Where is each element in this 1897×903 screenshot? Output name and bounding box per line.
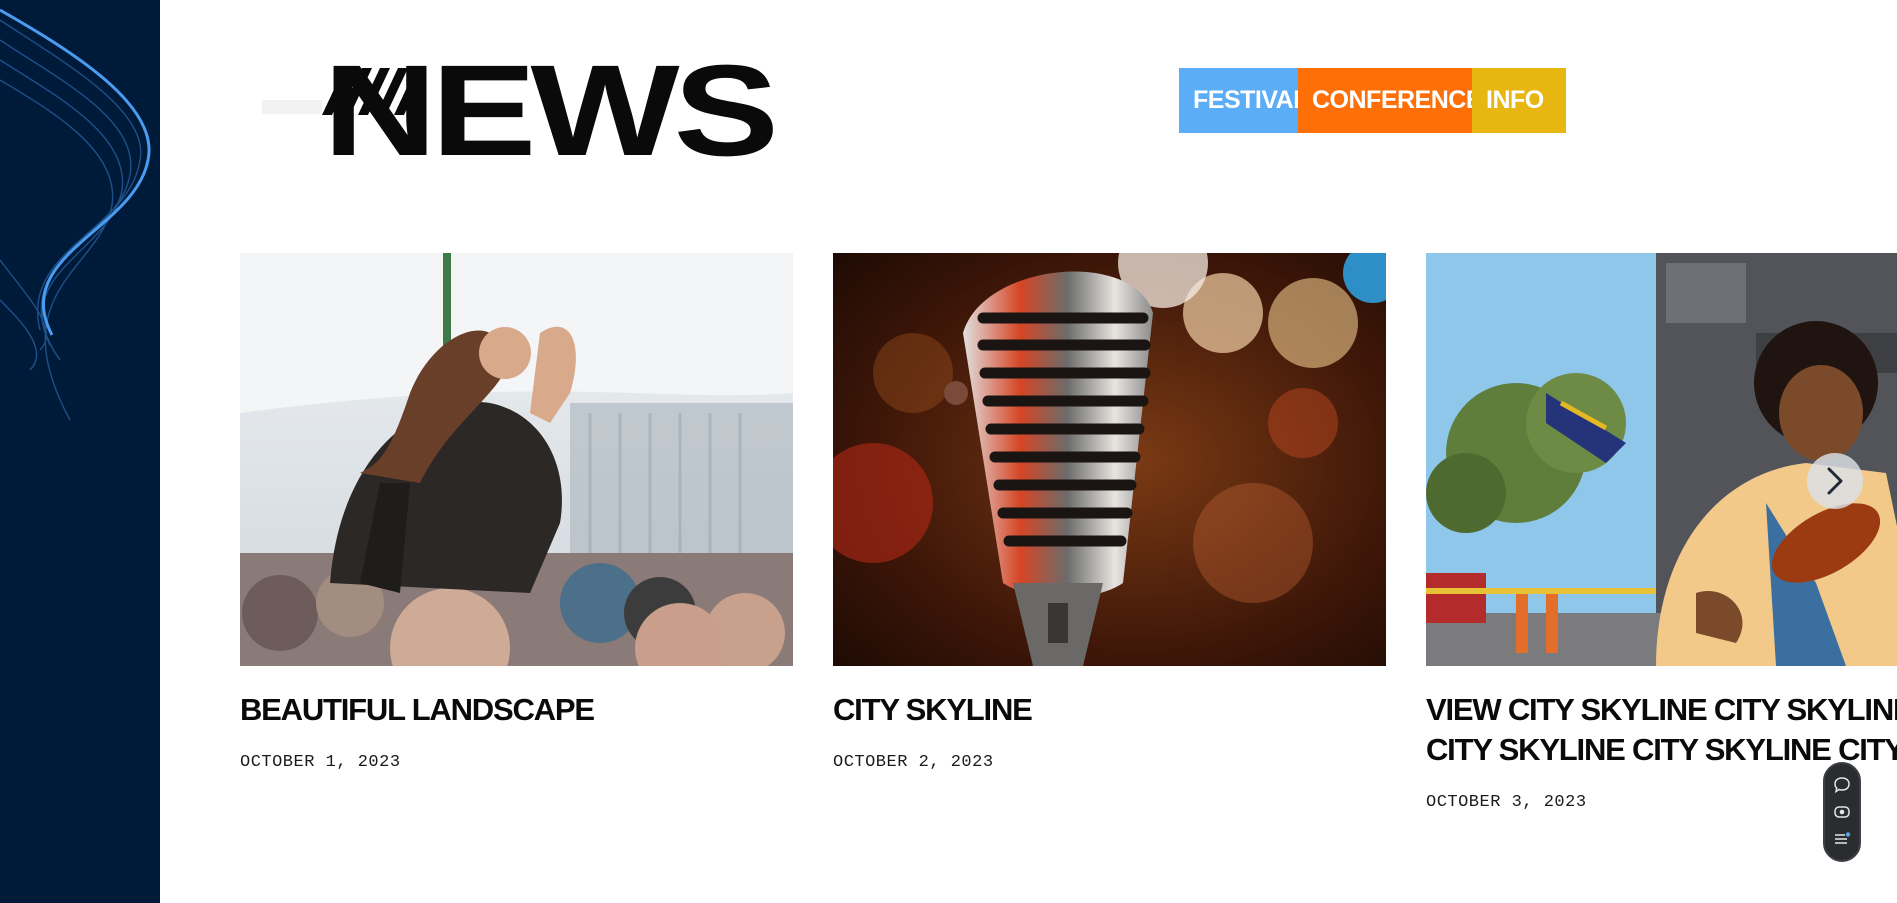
preview-button[interactable] <box>1831 801 1853 823</box>
card-date: OCTOBER 1, 2023 <box>240 753 401 772</box>
list-settings-icon <box>1835 831 1851 844</box>
page-title: NEWS <box>323 38 779 183</box>
carousel-next-button[interactable] <box>1807 453 1863 509</box>
chat-button[interactable] <box>1831 774 1853 796</box>
filter-tab-label: INFO <box>1486 86 1544 114</box>
festival-crowd-photo[interactable] <box>240 253 793 666</box>
category-filter-tabs: FESTIVAL CONFERENCE INFO <box>1179 68 1566 133</box>
card-title[interactable]: BEAUTIFUL LANDSCAPE <box>240 690 595 730</box>
filter-tab-label: CONFERENCE <box>1312 86 1472 114</box>
filter-tab-festival[interactable]: FESTIVAL <box>1179 68 1298 133</box>
news-card[interactable]: CITY SKYLINE OCTOBER 2, 2023 <box>833 253 1386 772</box>
filter-tab-conference[interactable]: CONFERENCE <box>1298 68 1472 133</box>
chat-icon <box>1834 777 1850 794</box>
card-title[interactable]: CITY SKYLINE <box>833 690 1033 730</box>
news-card[interactable]: VIEW CITY SKYLINE CITY SKYLINE CITY SKYL… <box>1426 253 1897 853</box>
floating-toolbar <box>1823 762 1861 862</box>
settings-list-button[interactable] <box>1831 828 1853 850</box>
filter-tab-info[interactable]: INFO <box>1472 68 1566 133</box>
card-title[interactable]: VIEW CITY SKYLINE CITY SKYLINE CITY SKYL… <box>1426 690 1897 770</box>
chevron-right-icon <box>1827 467 1843 495</box>
filter-tab-label: FESTIVAL <box>1193 86 1298 114</box>
card-date: OCTOBER 3, 2023 <box>1426 793 1587 812</box>
vintage-microphone-photo[interactable] <box>833 253 1386 666</box>
card-title-line: CITY SKYLINE CITY SKYLINE CITY <box>1426 732 1897 767</box>
card-title-line: VIEW CITY SKYLINE CITY SKYLINE <box>1426 692 1897 727</box>
news-card[interactable]: BEAUTIFUL LANDSCAPE OCTOBER 1, 2023 <box>240 253 793 772</box>
card-date: OCTOBER 2, 2023 <box>833 753 994 772</box>
eye-icon <box>1834 806 1850 818</box>
left-sidebar-decoration <box>0 0 160 903</box>
wave-lines-decoration <box>0 8 151 421</box>
